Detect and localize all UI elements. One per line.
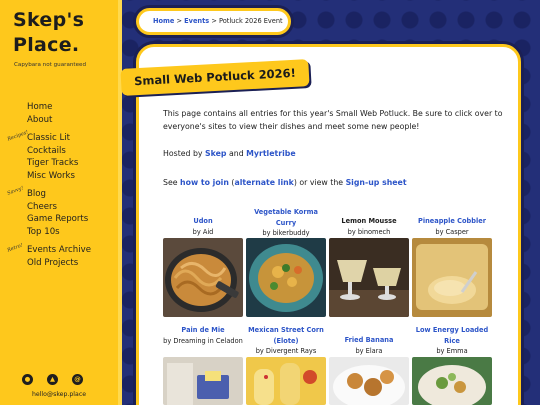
pineapple-cobbler-photo[interactable] [412, 238, 492, 317]
nav-item-cocktails[interactable]: Cocktails [27, 145, 78, 158]
nav-group-main: Home About [27, 101, 52, 126]
entry-card: Low Energy Loaded Rice by Emma [412, 325, 492, 357]
entry-card: Pain de Mie by Dreaming in Celadon [163, 325, 243, 346]
nav-item-game-reports[interactable]: Game Reports [27, 213, 88, 226]
nav-item-about[interactable]: About [27, 114, 52, 127]
host-link-skep[interactable]: Skep [205, 149, 226, 158]
contact-email[interactable]: hello@skep.place [0, 391, 118, 398]
entry-author: by Aid [192, 227, 214, 236]
breadcrumb: Home > Events > Potluck 2026 Event [136, 8, 291, 35]
site-title[interactable]: Skep's Place. [13, 8, 113, 58]
pain-de-mie-photo[interactable] [163, 357, 243, 405]
breadcrumb-current: Potluck 2026 Event [218, 17, 283, 25]
breadcrumb-separator: > [176, 17, 183, 25]
hosted-by-prefix: Hosted by [163, 149, 206, 158]
join-prefix: See [163, 178, 181, 187]
triangle-icon[interactable]: ▲ [47, 374, 58, 385]
social-links: ● ▲ @ [22, 374, 83, 385]
entry-author: by Divergent Rays [255, 347, 317, 355]
entry-card: Fried Banana by Elara [329, 335, 409, 356]
sidebar: Skep's Place. Capybara not guaranteed Ho… [0, 0, 122, 405]
entry-title-link[interactable]: Vegetable Korma Curry [246, 207, 326, 228]
entry-title-link[interactable]: Mexican Street Corn (Elote) [246, 325, 326, 346]
entry-title-link[interactable]: Pineapple Cobbler [412, 216, 492, 227]
nav-group-retro: Events Archive Old Projects [27, 244, 91, 269]
breadcrumb-separator: > [211, 17, 217, 25]
nav-item-tiger-tracks[interactable]: Tiger Tracks [27, 157, 78, 170]
alternate-link[interactable]: alternate link [234, 178, 293, 187]
nav-item-misc-works[interactable]: Misc Works [27, 170, 78, 183]
how-to-join-link[interactable]: how to join [180, 178, 229, 187]
breadcrumb-home[interactable]: Home [153, 17, 174, 25]
entry-author: by bikerbuddy [262, 229, 310, 237]
entry-author: by binomech [347, 227, 391, 236]
hosted-by-line: Hosted by Skep and Myrtletribe [163, 148, 503, 161]
entry-author: by Dreaming in Celadon [163, 336, 243, 345]
lemon-mousse-photo[interactable] [329, 238, 409, 317]
nav-group-tag-retro: Retro! [6, 242, 24, 254]
entry-author: by Casper [435, 227, 469, 236]
nav-item-home[interactable]: Home [27, 101, 52, 114]
site-tagline: Capybara not guaranteed [14, 62, 87, 68]
loaded-rice-photo[interactable] [412, 357, 492, 405]
nav-group-savvy: Blog Cheers Game Reports Top 10s [27, 188, 88, 238]
entry-title-link[interactable]: Low Energy Loaded Rice [412, 325, 492, 346]
entry-card: Mexican Street Corn (Elote) by Divergent… [246, 325, 326, 357]
entry-card: Lemon Mousse by binomech [329, 216, 409, 237]
korma-curry-photo[interactable] [246, 238, 326, 317]
site-title-line2[interactable]: Place. [13, 34, 79, 56]
nav-item-classic-lit[interactable]: Classic Lit [27, 132, 78, 145]
entry-card: Pineapple Cobbler by Casper [412, 216, 492, 237]
entry-card: Udon by Aid [163, 216, 243, 237]
nav-item-cheers[interactable]: Cheers [27, 201, 88, 214]
join-line: See how to join (alternate link) or view… [163, 177, 503, 190]
site-title-line1[interactable]: Skep's [13, 9, 84, 31]
entry-card: Vegetable Korma Curry by bikerbuddy [246, 207, 326, 239]
nav-item-top-10s[interactable]: Top 10s [27, 226, 88, 239]
entry-title-link[interactable]: Pain de Mie [163, 325, 243, 336]
elote-photo[interactable] [246, 357, 326, 405]
lightbulb-icon[interactable]: ● [22, 374, 33, 385]
breadcrumb-events[interactable]: Events [184, 17, 209, 25]
entry-author: by Emma [436, 347, 468, 355]
nav-item-old-projects[interactable]: Old Projects [27, 257, 91, 270]
nav-group-recipes: Classic Lit Cocktails Tiger Tracks Misc … [27, 132, 78, 182]
host-link-myrtletribe[interactable]: Myrtletribe [246, 149, 296, 158]
entry-title: Lemon Mousse [341, 217, 397, 225]
intro-text: This page contains all entries for this … [163, 109, 503, 131]
hosted-by-and: and [226, 149, 247, 158]
entry-title-link[interactable]: Fried Banana [329, 335, 409, 346]
signup-sheet-link[interactable]: Sign-up sheet [346, 178, 407, 187]
nav-item-events-archive[interactable]: Events Archive [27, 244, 91, 257]
at-sign-icon[interactable]: @ [72, 374, 83, 385]
udon-photo[interactable] [163, 238, 243, 317]
entry-title-link[interactable]: Udon [163, 216, 243, 227]
nav-item-blog[interactable]: Blog [27, 188, 88, 201]
join-paren-close: ) or view the [293, 178, 346, 187]
entry-author: by Elara [355, 346, 383, 355]
nav-group-tag-savvy: Savvy! [6, 185, 25, 197]
nav-group-tag-recipes: Recipes! [6, 129, 30, 143]
fried-banana-photo[interactable] [329, 357, 409, 405]
